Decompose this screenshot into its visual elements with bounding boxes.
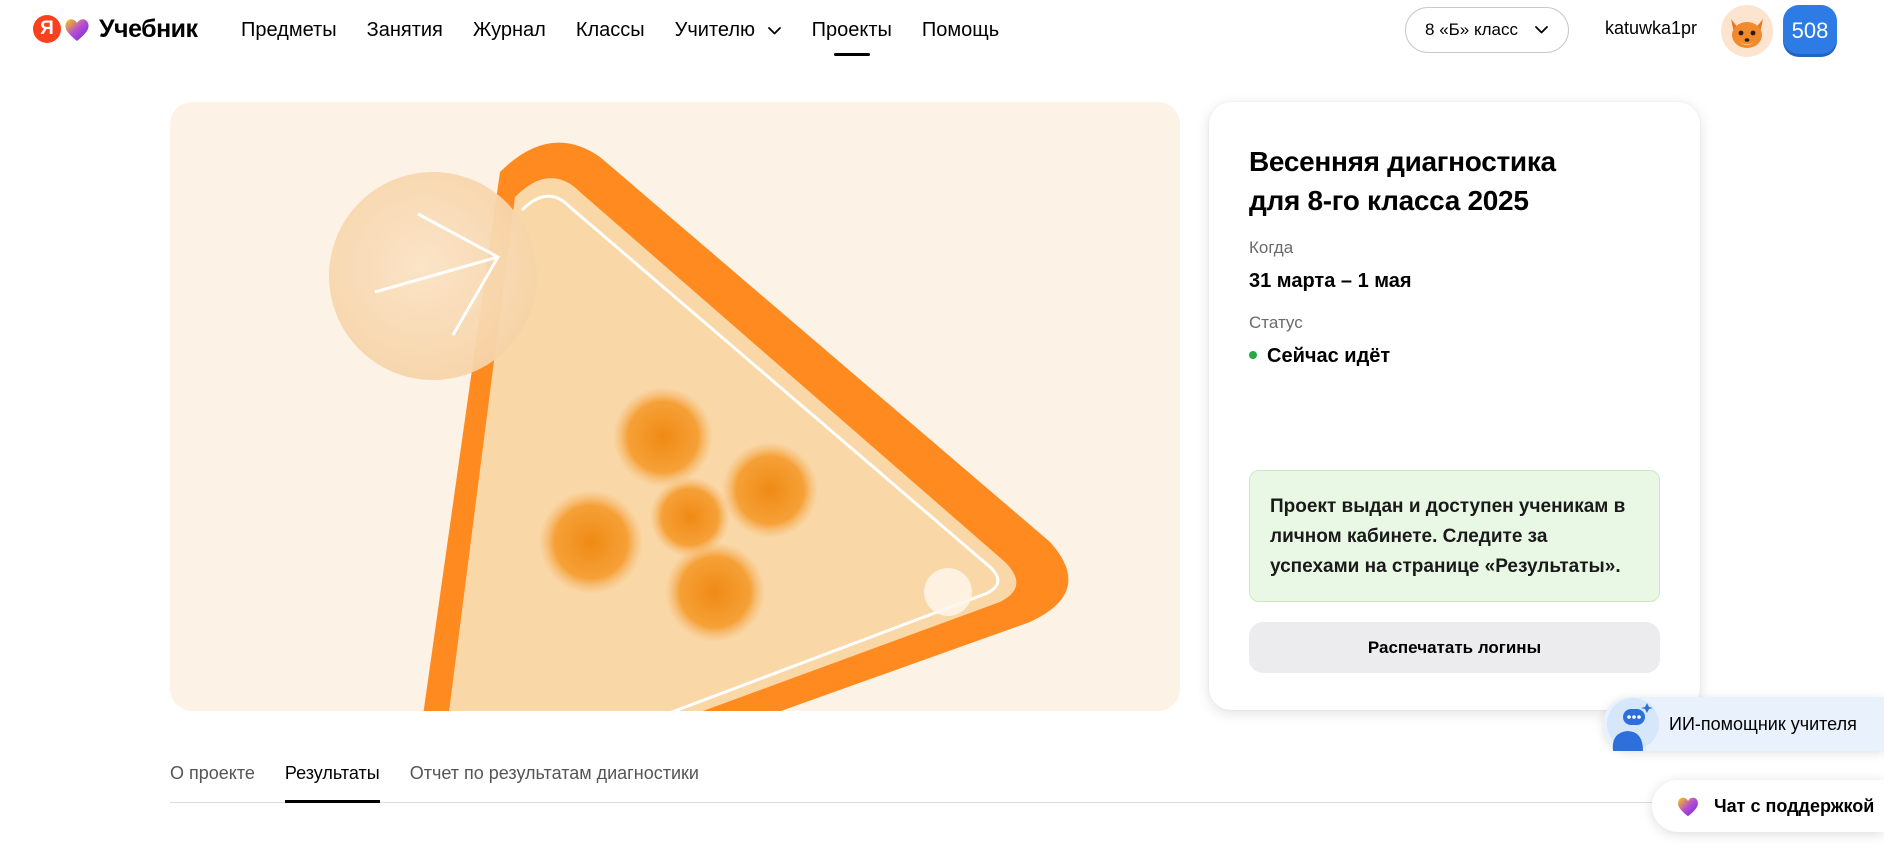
project-info-card: Весенняя диагностика для 8-го класса 202… — [1209, 102, 1700, 710]
main-nav: Предметы Занятия Журнал Классы Учителю П… — [241, 0, 1029, 58]
nav-item-subjects[interactable]: Предметы — [241, 0, 337, 58]
triangle-illustration — [329, 142, 1069, 711]
chevron-down-icon — [767, 26, 781, 35]
project-illustration — [170, 102, 1180, 711]
info-notice: Проект выдан и доступен ученикам в лично… — [1249, 470, 1660, 602]
class-selector[interactable]: 8 «Б» класс — [1405, 7, 1569, 53]
yandex-uchebnik-logo[interactable]: Я Учебник — [33, 12, 198, 46]
class-selector-value: 8 «Б» класс — [1425, 20, 1518, 39]
project-title-line1: Весенняя диагностика — [1249, 146, 1556, 177]
logo-text: Учебник — [99, 14, 198, 43]
nav-item-classes[interactable]: Классы — [576, 0, 645, 58]
top-header: Я Учебник Предметы Занятия Журнал Классы… — [0, 0, 1884, 62]
chevron-down-icon — [1535, 26, 1548, 34]
username[interactable]: katuwka1pr — [1605, 18, 1697, 39]
nav-item-for-teacher-label: Учителю — [674, 19, 756, 41]
avatar[interactable] — [1721, 5, 1773, 57]
nav-item-help[interactable]: Помощь — [922, 0, 999, 58]
heart-logo-icon — [65, 19, 89, 41]
print-logins-button[interactable]: Распечатать логины — [1249, 622, 1660, 673]
status-label: Статус — [1249, 313, 1303, 332]
ai-assistant-icon — [1607, 698, 1659, 751]
project-title-line2: для 8-го класса 2025 — [1249, 185, 1529, 216]
when-label: Когда — [1249, 238, 1294, 257]
nav-item-lessons[interactable]: Занятия — [367, 0, 443, 58]
ai-helper-label: ИИ-помощник учителя — [1669, 713, 1857, 734]
project-title: Весенняя диагностика для 8-го класса 202… — [1249, 142, 1649, 220]
nav-item-for-teacher[interactable]: Учителю — [675, 0, 782, 58]
tab-about[interactable]: О проекте — [170, 756, 255, 802]
status-text: Сейчас идёт — [1267, 345, 1391, 367]
status-dot-icon — [1249, 350, 1257, 359]
ai-helper-button[interactable]: ИИ-помощник учителя — [1603, 697, 1884, 751]
tab-results[interactable]: Результаты — [284, 756, 380, 803]
status-value: Сейчас идёт — [1249, 345, 1390, 368]
when-value: 31 марта – 1 мая — [1249, 270, 1412, 292]
fox-avatar-icon — [1731, 19, 1763, 48]
nav-item-journal[interactable]: Журнал — [473, 0, 546, 58]
yandex-logo-icon: Я — [33, 15, 61, 43]
tab-diagnostics-report[interactable]: Отчет по результатам диагностики — [410, 756, 699, 802]
nav-item-projects[interactable]: Проекты — [812, 0, 892, 58]
support-chat-button[interactable]: Чат с поддержкой — [1652, 780, 1884, 832]
points-badge[interactable]: 508 — [1783, 5, 1837, 57]
project-tabs: О проекте Результаты Отчет по результата… — [170, 756, 1700, 803]
heart-logo-icon — [1678, 797, 1698, 817]
support-chat-label: Чат с поддержкой — [1714, 795, 1875, 816]
